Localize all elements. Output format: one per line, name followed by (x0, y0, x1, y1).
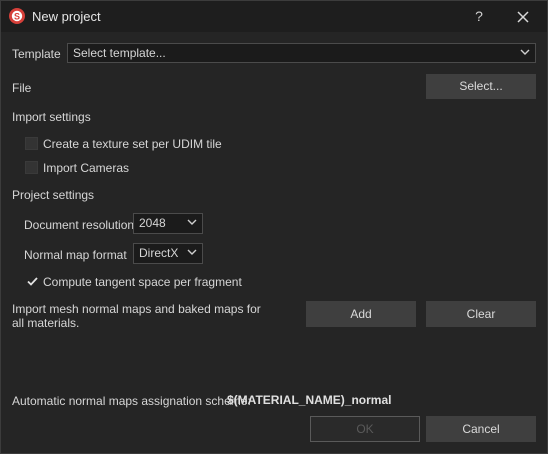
project-settings-heading: Project settings (12, 188, 95, 202)
import-cameras-label: Import Cameras (43, 161, 130, 175)
udim-texture-set-label: Create a texture set per UDIM tile (43, 137, 222, 151)
template-select-value: Select template... (73, 46, 166, 60)
add-button[interactable]: Add (306, 301, 416, 327)
chevron-down-icon (187, 249, 197, 255)
template-select[interactable]: Select template... (67, 43, 536, 63)
import-mesh-maps-description: Import mesh normal maps and baked maps f… (12, 302, 261, 330)
compute-tangent-label: Compute tangent space per fragment (43, 275, 242, 289)
compute-tangent-checkbox[interactable] (25, 274, 38, 287)
cancel-button[interactable]: Cancel (426, 416, 536, 442)
assignation-scheme-value: $(MATERIAL_NAME)_normal (227, 393, 392, 407)
template-label: Template (12, 47, 61, 61)
clear-button[interactable]: Clear (426, 301, 536, 327)
udim-texture-set-checkbox[interactable] (25, 137, 38, 150)
dialog-title: New project (32, 9, 101, 24)
assignation-scheme-label: Automatic normal maps assignation scheme… (12, 394, 251, 408)
import-settings-heading: Import settings (12, 110, 91, 124)
close-icon[interactable] (512, 6, 534, 28)
normal-map-format-select[interactable]: DirectX (133, 243, 203, 264)
svg-text:S: S (14, 11, 20, 21)
normal-map-format-label: Normal map format (24, 248, 127, 262)
file-label: File (12, 81, 32, 95)
substance-painter-logo-icon: S (9, 8, 25, 24)
normal-map-format-value: DirectX (139, 246, 179, 260)
title-bar: S New project ? (1, 1, 547, 32)
help-button[interactable]: ? (469, 6, 489, 26)
ok-button[interactable]: OK (310, 416, 420, 442)
document-resolution-label: Document resolution (24, 218, 135, 232)
document-resolution-select[interactable]: 2048 (133, 213, 203, 234)
new-project-dialog: S New project ? Template Select template… (0, 0, 548, 454)
chevron-down-icon (187, 219, 197, 225)
chevron-down-icon (520, 49, 530, 55)
document-resolution-value: 2048 (139, 216, 166, 230)
import-cameras-checkbox[interactable] (25, 161, 38, 174)
checkmark-icon (27, 277, 38, 286)
file-select-button[interactable]: Select... (426, 74, 536, 99)
